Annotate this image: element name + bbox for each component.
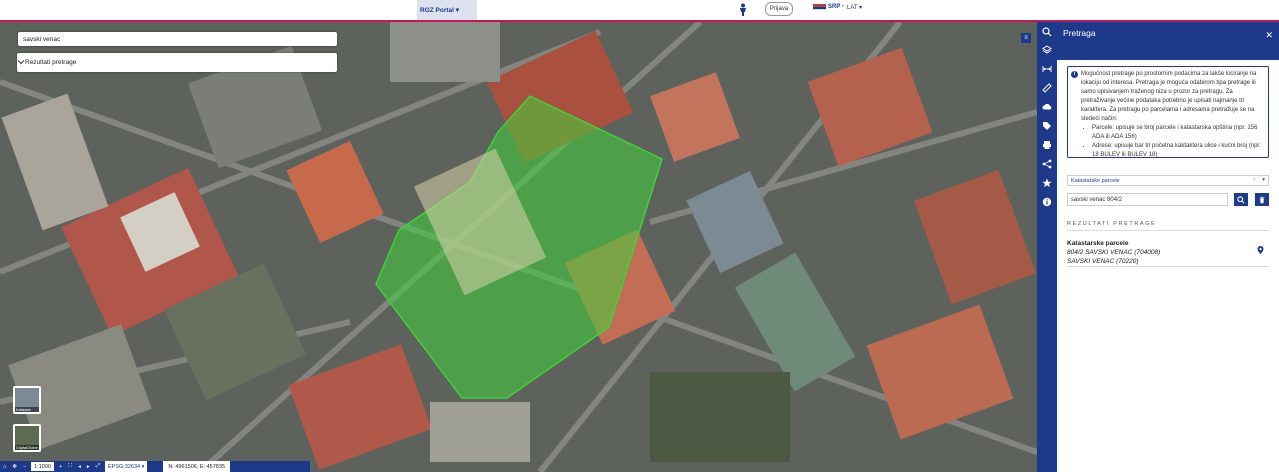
search-tool-icon[interactable]: [1041, 26, 1053, 38]
top-bar: RGZ Portal ▾ Prijava SRP • LAT ▾: [0, 0, 1279, 22]
divider: [1067, 230, 1269, 231]
home-icon[interactable]: ⌂: [0, 461, 9, 472]
search-results-label: Rezultati pretrage: [25, 59, 77, 66]
result-line-1: 804/2 SAVSKI VENAC (704008): [1067, 249, 1161, 256]
portal-label: RGZ Portal: [420, 6, 454, 14]
measure-width-icon[interactable]: [1041, 63, 1053, 75]
script-label: LAT: [847, 5, 858, 11]
extent-icon[interactable]: ⛶: [65, 461, 75, 472]
basemap-katastar-label: Katastar: [15, 407, 39, 412]
serbia-flag-icon: [813, 4, 826, 12]
ruler-icon[interactable]: [1041, 82, 1053, 94]
info-item-parcels: Parcele: upisuje se broj parcele i katas…: [1092, 124, 1264, 142]
map-search-input[interactable]: savski venac: [18, 32, 337, 46]
fullscreen-icon[interactable]: ⤢: [93, 461, 103, 472]
close-icon[interactable]: ✕: [1265, 30, 1273, 41]
info-box: i Mogućnost pretrage po prostornim podac…: [1067, 66, 1269, 158]
search-icon: [1237, 195, 1245, 204]
map-view[interactable]: savski venac Rezultati pretrage ≡ Katast…: [0, 22, 1037, 472]
divider: [1067, 266, 1269, 267]
collapse-panel-icon[interactable]: ≡: [1021, 33, 1031, 43]
panel-title: Pretraga: [1063, 28, 1096, 38]
star-icon[interactable]: [1041, 177, 1053, 189]
basemap-katastar[interactable]: Katastar: [13, 386, 41, 414]
map-marker-icon[interactable]: [1257, 246, 1264, 254]
info-circle-icon: i: [1071, 71, 1078, 78]
zoom-out-icon[interactable]: −: [20, 461, 29, 472]
map-status-bar: ⌂ ✥ − 1:1000 + ⛶ ◂ ▸ ⤢ EPSG:32634 ▾ N: 4…: [0, 461, 310, 472]
share-icon[interactable]: [1041, 158, 1053, 170]
search-panel: Pretraga ✕ i Mogućnost pretrage po prost…: [1057, 22, 1279, 472]
cloud-download-icon[interactable]: [1041, 101, 1053, 113]
basemap-digitalglobe[interactable]: DigitalGlobe: [13, 424, 41, 452]
portal-menu-button[interactable]: RGZ Portal ▾: [417, 0, 477, 20]
layers-icon[interactable]: [1041, 44, 1053, 56]
info-item-addresses: Adrese: upisuje bar tri početna kaktakte…: [1092, 142, 1264, 160]
crs-label: EPSG:32634: [108, 463, 141, 470]
result-type: Katastarske parcele: [1067, 240, 1129, 247]
info-icon[interactable]: [1041, 196, 1053, 208]
search-type-value: Katastarske parcele: [1071, 177, 1120, 184]
forward-icon[interactable]: ▸: [84, 461, 93, 472]
crs-selector[interactable]: EPSG:32634 ▾: [105, 461, 148, 472]
zoom-in-icon[interactable]: +: [56, 461, 65, 472]
language-separator: •: [842, 4, 845, 10]
scale-input[interactable]: 1:1000: [31, 462, 54, 471]
basemap-digitalglobe-label: DigitalGlobe: [15, 445, 39, 450]
script-selector[interactable]: LAT ▾: [847, 4, 862, 11]
search-type-select[interactable]: Katastarske parcele × ▾: [1067, 175, 1269, 186]
locate-icon[interactable]: ✥: [9, 461, 20, 472]
search-results-dropdown[interactable]: Rezultati pretrage: [17, 53, 337, 72]
results-heading: REZULTATI PRETRAGE: [1067, 221, 1157, 227]
search-button[interactable]: [1234, 193, 1248, 206]
info-text: Mogućnost pretrage po prostornim podacim…: [1081, 71, 1257, 122]
clear-button[interactable]: [1255, 193, 1269, 206]
info-list: Parcele: upisuje se broj parcele i katas…: [1081, 124, 1264, 160]
result-item[interactable]: Katastarske parcele 804/2 SAVSKI VENAC (…: [1067, 239, 1269, 266]
back-icon[interactable]: ◂: [75, 461, 84, 472]
language-srp[interactable]: SRP: [828, 4, 840, 10]
chevron-down-icon: [17, 60, 25, 65]
login-button[interactable]: Prijava: [765, 2, 793, 16]
trash-icon: [1259, 196, 1265, 203]
tool-strip: [1037, 22, 1057, 472]
result-line-2: SAVSKI VENAC (70220): [1067, 258, 1139, 265]
panel-header: Pretraga ✕: [1057, 22, 1279, 60]
dropdown-arrow-icon[interactable]: ▾: [1262, 177, 1265, 183]
clear-selection-icon[interactable]: ×: [1253, 177, 1256, 183]
tags-icon[interactable]: [1041, 120, 1053, 132]
person-icon[interactable]: [738, 3, 748, 16]
print-icon[interactable]: [1041, 139, 1053, 151]
aerial-imagery: [0, 22, 1037, 472]
coordinates-readout: N: 4961506, E: 457835: [163, 461, 230, 472]
query-input[interactable]: savski venac 804/2: [1067, 193, 1228, 206]
